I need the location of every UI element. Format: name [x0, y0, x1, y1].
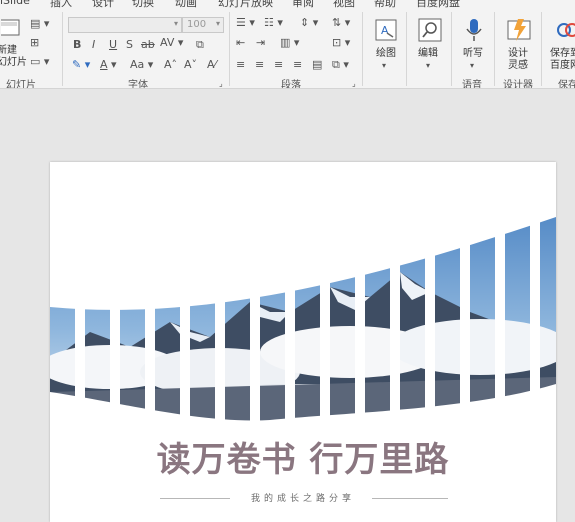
- text-effects-icon[interactable]: Aa ▾: [130, 59, 153, 71]
- char-spacing-icon[interactable]: AV ▾: [160, 37, 183, 49]
- drawing-label: 绘图: [376, 48, 396, 59]
- line-spacing-icon[interactable]: ⇕ ▾: [300, 17, 318, 29]
- justify-icon[interactable]: ≡: [293, 59, 302, 71]
- group-divider: [451, 12, 452, 86]
- design-ideas-button[interactable]: 设计 灵感: [499, 14, 539, 72]
- font-group-label: 字体: [128, 80, 148, 89]
- tab-help[interactable]: 帮助: [374, 0, 396, 8]
- increase-indent-icon[interactable]: ⇥: [256, 37, 265, 49]
- paragraph-dialog-launcher-icon[interactable]: ⌟: [352, 78, 356, 88]
- italic-icon[interactable]: I: [92, 39, 95, 51]
- grow-font-icon[interactable]: A˄: [164, 59, 177, 71]
- align-right-icon[interactable]: ≡: [274, 59, 283, 71]
- align-left-icon[interactable]: ≡: [236, 59, 245, 71]
- search-icon: [418, 18, 442, 42]
- shadow-icon[interactable]: S: [126, 39, 133, 51]
- bold-icon[interactable]: B: [73, 39, 81, 51]
- voice-group-label: 语音: [462, 80, 482, 89]
- underline-icon[interactable]: U: [109, 39, 117, 51]
- change-case-icon[interactable]: ⧉: [196, 39, 204, 51]
- chevron-down-icon: ▾: [470, 61, 475, 70]
- new-slide-icon: [1, 19, 20, 36]
- bullets-icon[interactable]: ☰ ▾: [236, 17, 255, 29]
- save-to-baidu-label: 保存到 百度网: [550, 48, 575, 71]
- editing-label: 编辑: [418, 48, 438, 59]
- designer-group-label: 设计器: [503, 80, 533, 89]
- group-divider: [406, 12, 407, 86]
- dictate-label: 听写: [463, 48, 483, 59]
- tab-review[interactable]: 审阅: [292, 0, 314, 8]
- group-divider: [229, 12, 230, 86]
- clear-format-icon[interactable]: A⁄: [207, 59, 216, 71]
- distributed-icon[interactable]: ▤: [312, 59, 322, 71]
- font-size-combo[interactable]: 100 ▾: [182, 17, 224, 33]
- columns-icon[interactable]: ▥ ▾: [280, 37, 299, 49]
- slide-title[interactable]: 读万卷书 行万里路: [50, 432, 556, 481]
- dictate-button[interactable]: 听写 ▾: [456, 14, 492, 72]
- text-direction-icon[interactable]: ⇅ ▾: [332, 17, 350, 29]
- strikethrough-icon[interactable]: ab: [141, 39, 155, 51]
- ribbon: 新建 幻灯片 ▤ ▾ ⊞ ▭ ▾ 幻灯片 ▾ 100▾ B I U S ab A…: [0, 8, 575, 89]
- group-divider: [494, 12, 495, 86]
- tab-baidu[interactable]: 百度网盘: [416, 0, 460, 8]
- tab-animations[interactable]: 动画: [175, 0, 197, 8]
- save-group-label: 保存: [558, 80, 575, 89]
- chevron-down-icon: ▾: [426, 61, 431, 70]
- cloud-save-icon: [557, 23, 575, 37]
- decrease-indent-icon[interactable]: ⇤: [236, 37, 245, 49]
- font-color-icon[interactable]: A ▾: [100, 59, 117, 71]
- shrink-font-icon[interactable]: A˅: [184, 59, 197, 71]
- chevron-down-icon: ▾: [382, 61, 387, 70]
- new-slide-label: 新建 幻灯片: [0, 45, 27, 68]
- reset-icon[interactable]: ⊞: [30, 37, 39, 49]
- tab-insert[interactable]: 插入: [50, 0, 72, 8]
- section-icon[interactable]: ▭ ▾: [30, 56, 49, 68]
- font-dialog-launcher-icon[interactable]: ⌟: [219, 78, 223, 88]
- smartart-icon[interactable]: ⧉ ▾: [332, 59, 349, 71]
- slide-subtitle[interactable]: 我的成长之路分享: [50, 491, 556, 504]
- layout-icon[interactable]: ▤ ▾: [30, 18, 49, 30]
- align-text-icon[interactable]: ⊡ ▾: [332, 37, 350, 49]
- font-size-value: 100: [187, 19, 207, 30]
- align-center-icon[interactable]: ≡: [255, 59, 264, 71]
- font-name-combo[interactable]: ▾: [68, 17, 182, 33]
- numbering-icon[interactable]: ☷ ▾: [264, 17, 283, 29]
- highlight-icon[interactable]: ✎ ▾: [72, 59, 90, 71]
- group-divider: [62, 12, 63, 86]
- group-divider: [541, 12, 542, 86]
- new-slide-button[interactable]: 新建 幻灯片: [0, 14, 27, 68]
- tab-design[interactable]: 设计: [92, 0, 114, 8]
- paragraph-group-label: 段落: [281, 80, 301, 89]
- shapes-icon: A: [375, 19, 397, 41]
- tab-islide[interactable]: iSlide: [0, 0, 30, 7]
- drawing-button[interactable]: A 绘图 ▾: [368, 14, 404, 72]
- tab-view[interactable]: 视图: [333, 0, 355, 8]
- slides-group-label: 幻灯片: [6, 80, 36, 89]
- design-ideas-icon: [507, 19, 531, 41]
- ribbon-tabs: iSlide 插入 设计 切换 动画 幻灯片放映 审阅 视图 帮助 百度网盘: [0, 0, 575, 8]
- microphone-icon: [466, 19, 482, 41]
- group-divider: [362, 12, 363, 86]
- editing-button[interactable]: 编辑 ▾: [412, 14, 448, 72]
- slide[interactable]: 读万卷书 行万里路 我的成长之路分享: [50, 162, 556, 522]
- svg-text:A: A: [381, 24, 389, 37]
- tab-transitions[interactable]: 切换: [132, 0, 154, 8]
- subtitle-rule-right: [372, 498, 448, 499]
- tab-slideshow[interactable]: 幻灯片放映: [218, 0, 273, 8]
- design-ideas-label: 设计 灵感: [508, 48, 528, 71]
- save-to-baidu-button[interactable]: 保存到 百度网: [546, 14, 575, 72]
